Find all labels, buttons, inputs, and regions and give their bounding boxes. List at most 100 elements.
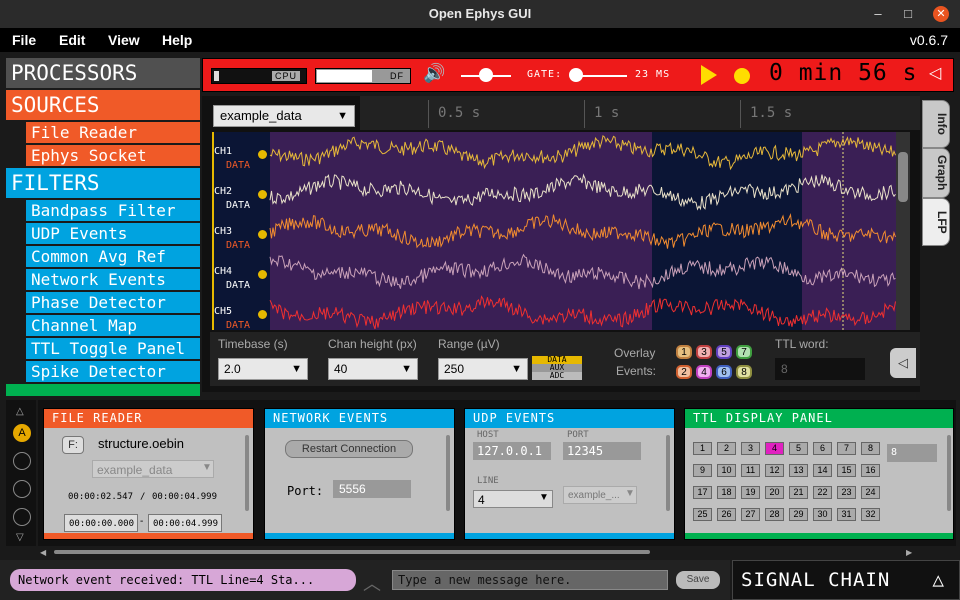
editor-scrollbar[interactable]: [245, 435, 249, 511]
host-field[interactable]: 127.0.0.1: [473, 442, 551, 460]
ttl-line-cell: 18: [717, 486, 736, 499]
file-select-button[interactable]: F:: [62, 436, 84, 454]
editor-scrollbar[interactable]: [947, 435, 951, 511]
file-reader-editor[interactable]: FILE READER F: structure.oebin example_d…: [43, 408, 254, 540]
ttl-display-panel-editor[interactable]: TTL DISPLAY PANEL 8 1 2 3 4 5 6 7 8 9 10 11 12 13 14 1…: [684, 408, 954, 540]
tab-info[interactable]: Info: [922, 100, 950, 148]
filters-header[interactable]: FILTERS: [6, 168, 200, 198]
lfp-scrollbar-thumb[interactable]: [898, 152, 908, 202]
maximize-icon[interactable]: □: [898, 0, 918, 28]
overlay-event-6-button[interactable]: 6: [716, 365, 732, 379]
processor-list: PROCESSORS SOURCES File Reader Ephys Soc…: [6, 58, 200, 398]
tab-graph[interactable]: Graph: [922, 148, 950, 198]
channel-enable-dot[interactable]: [258, 230, 267, 239]
ttl-line-cell: 16: [861, 464, 880, 477]
port-field[interactable]: 12345: [563, 442, 641, 460]
control-panel-toggle-icon[interactable]: ◁: [929, 63, 941, 83]
range-select[interactable]: 250: [438, 358, 528, 380]
save-message-button[interactable]: Save: [676, 571, 720, 589]
ttl-line-cell: 30: [813, 508, 832, 521]
tab-lfp[interactable]: LFP: [922, 198, 950, 246]
menu-edit[interactable]: Edit: [59, 32, 85, 48]
editor-title[interactable]: UDP EVENTS: [465, 409, 674, 428]
chan-height-select[interactable]: 40: [328, 358, 418, 380]
scroll-right-icon[interactable]: ▶: [906, 548, 912, 557]
processor-item-udp-events[interactable]: UDP Events: [26, 223, 200, 244]
cpu-label: CPU: [271, 71, 300, 81]
lfp-plot-area[interactable]: CH1 DATA CH2 DATA CH3 DATA CH4 DATA CH5 DATA: [212, 132, 910, 330]
stream-select[interactable]: example_data: [213, 105, 355, 127]
gate-slider-knob[interactable]: [569, 68, 583, 82]
sources-header[interactable]: SOURCES: [6, 90, 200, 120]
close-icon[interactable]: ✕: [933, 6, 949, 22]
channel-enable-dot[interactable]: [258, 310, 267, 319]
overlay-event-4-button[interactable]: 4: [696, 365, 712, 379]
processors-header[interactable]: PROCESSORS: [6, 58, 200, 88]
overlay-event-3-button[interactable]: 3: [696, 345, 712, 359]
udp-events-editor[interactable]: UDP EVENTS HOST 127.0.0.1 PORT 12345 LIN…: [464, 408, 675, 540]
ttl-word-field[interactable]: 8: [775, 358, 865, 380]
ttl-word-field[interactable]: 8: [887, 444, 937, 462]
nav-down-icon[interactable]: ▽: [16, 532, 24, 543]
lfp-scrollbar[interactable]: [896, 132, 910, 330]
scroll-left-icon[interactable]: ◀: [40, 548, 46, 557]
ttl-line-cell: 10: [717, 464, 736, 477]
processor-item-network-events[interactable]: Network Events: [26, 269, 200, 290]
processor-item-bandpass-filter[interactable]: Bandpass Filter: [26, 200, 200, 221]
range-end-field[interactable]: 00:00:04.999: [148, 514, 222, 532]
menu-help[interactable]: Help: [162, 32, 192, 48]
editor-title[interactable]: NETWORK EVENTS: [265, 409, 454, 428]
processor-item-common-avg-ref[interactable]: Common Avg Ref: [26, 246, 200, 267]
editor-scrollbar[interactable]: [666, 435, 670, 511]
menu-view[interactable]: View: [108, 32, 140, 48]
editor-horizontal-scrollbar[interactable]: [54, 550, 650, 554]
processor-item-ephys-socket[interactable]: Ephys Socket: [26, 145, 200, 166]
processor-item-file-reader[interactable]: File Reader: [26, 122, 200, 143]
chevron-up-icon[interactable]: ︿: [363, 570, 381, 596]
stream-dropdown[interactable]: example_data: [92, 460, 214, 478]
network-events-editor[interactable]: NETWORK EVENTS Restart Connection Port: …: [264, 408, 455, 540]
overlay-event-2-button[interactable]: 2: [676, 365, 692, 379]
message-input[interactable]: Type a new message here.: [392, 570, 668, 590]
port-field[interactable]: 5556: [333, 480, 411, 498]
play-button[interactable]: [701, 65, 717, 85]
overlay-event-5-button[interactable]: 5: [716, 345, 732, 359]
chevron-down-icon: ▼: [202, 462, 212, 473]
editor-scrollbar[interactable]: [446, 435, 450, 511]
signal-path-a-button[interactable]: A: [13, 424, 31, 442]
processor-item-ttl-toggle-panel[interactable]: TTL Toggle Panel: [26, 338, 200, 359]
editor-title[interactable]: TTL DISPLAY PANEL: [685, 409, 953, 428]
signal-path-button[interactable]: [13, 452, 31, 470]
signal-path-button[interactable]: [13, 508, 31, 526]
volume-slider-knob[interactable]: [479, 68, 493, 82]
range-start-field[interactable]: 00:00:00.000: [64, 514, 138, 532]
editor-title[interactable]: FILE READER: [44, 409, 253, 428]
processor-item-phase-detector[interactable]: Phase Detector: [26, 292, 200, 313]
cpu-meter-fill: [214, 71, 219, 81]
nav-up-icon[interactable]: △: [16, 406, 24, 417]
ttl-line-cell: 4: [765, 442, 784, 455]
overlay-event-7-button[interactable]: 7: [736, 345, 752, 359]
ttl-line-cell: 1: [693, 442, 712, 455]
ttl-line-cell: 6: [813, 442, 832, 455]
channel-enable-dot[interactable]: [258, 150, 267, 159]
options-expand-button[interactable]: ◁: [890, 348, 916, 378]
sinks-header[interactable]: [6, 384, 200, 396]
processor-item-channel-map[interactable]: Channel Map: [26, 315, 200, 336]
menu-file[interactable]: File: [12, 32, 36, 48]
channel-enable-dot[interactable]: [258, 270, 267, 279]
signal-chain-toggle[interactable]: SIGNAL CHAIN △: [732, 560, 960, 600]
record-button[interactable]: [734, 68, 750, 84]
volume-icon[interactable]: 🔊: [423, 63, 445, 84]
type-adc-button[interactable]: ADC: [532, 372, 582, 380]
processor-item-spike-detector[interactable]: Spike Detector: [26, 361, 200, 382]
overlay-event-1-button[interactable]: 1: [676, 345, 692, 359]
restart-connection-button[interactable]: Restart Connection: [285, 440, 413, 458]
channel-enable-dot[interactable]: [258, 190, 267, 199]
overlay-event-8-button[interactable]: 8: [736, 365, 752, 379]
clock-display[interactable]: 0 min 56 s: [769, 60, 917, 86]
minimize-icon[interactable]: –: [868, 0, 888, 28]
signal-path-button[interactable]: [13, 480, 31, 498]
timebase-select[interactable]: 2.0: [218, 358, 308, 380]
last-message[interactable]: Network event received: TTL Line=4 Sta..…: [10, 569, 356, 591]
